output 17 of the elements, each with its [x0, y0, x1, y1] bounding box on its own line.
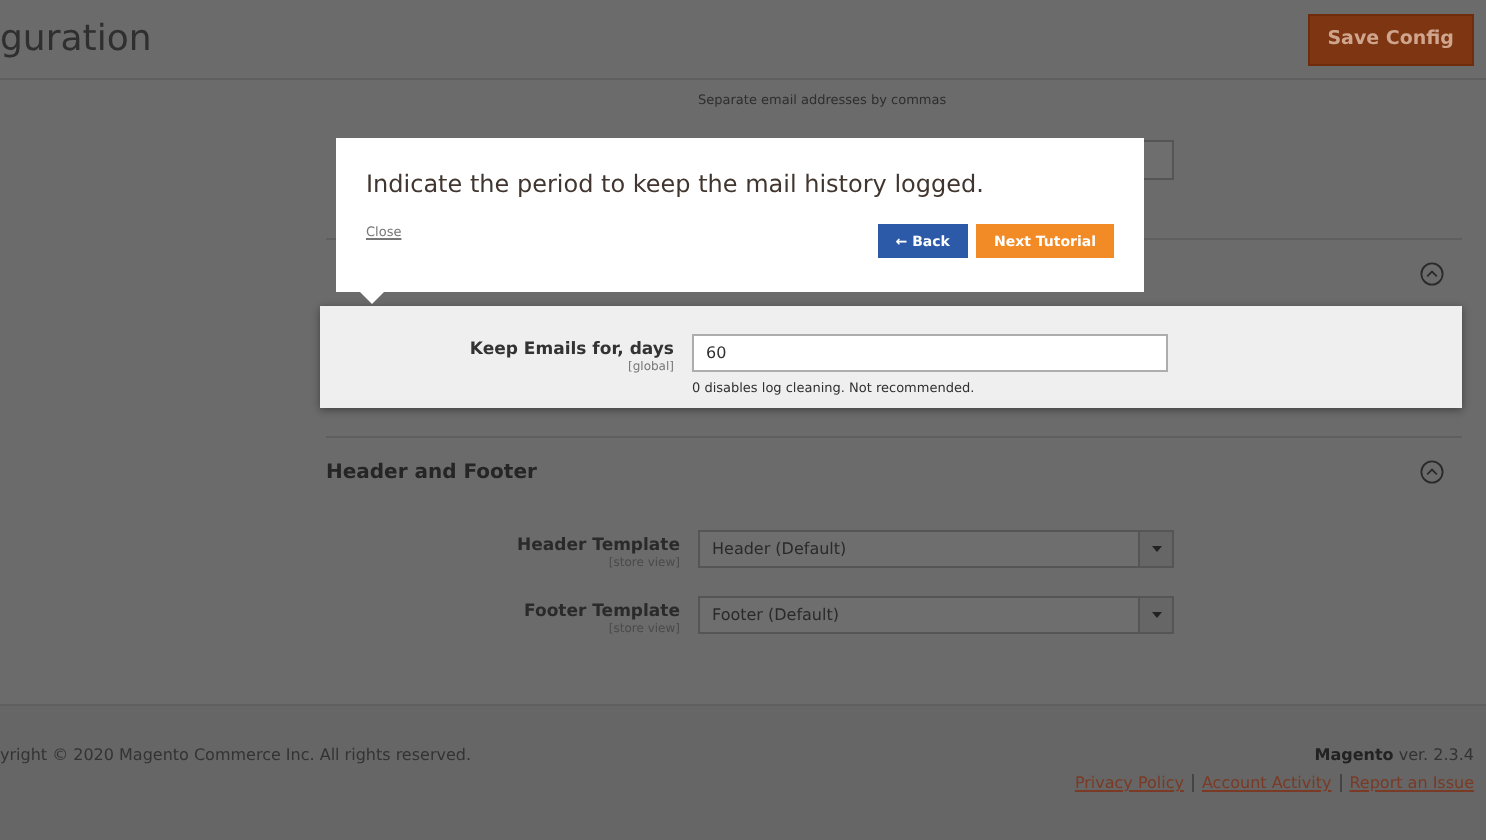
page-title: guration [0, 18, 152, 60]
collapse-toggle-icon[interactable] [1420, 262, 1444, 286]
footer-link[interactable]: Report an Issue [1349, 774, 1474, 792]
field-label: Keep Emails for, days [469, 340, 674, 360]
select-field[interactable]: Footer (Default) [698, 596, 1174, 634]
text-input-field[interactable]: 60 [692, 334, 1168, 372]
section-title: Header and Footer [326, 461, 537, 483]
footer-link[interactable]: Account Activity [1201, 774, 1332, 792]
dropdown-arrow-icon [1151, 546, 1161, 552]
collapse-toggle-icon[interactable] [1420, 460, 1444, 484]
save-config-button[interactable]: Save Config [1307, 13, 1474, 65]
select-field[interactable]: Header (Default) [698, 530, 1174, 568]
footer-link[interactable]: Privacy Policy [1074, 774, 1184, 792]
field-label: Footer Template [524, 602, 680, 622]
tutorial-message: Indicate the period to keep the mail history logged. [366, 170, 986, 198]
field-label: Header Template [517, 536, 680, 556]
dropdown-arrow-icon [1151, 612, 1161, 618]
